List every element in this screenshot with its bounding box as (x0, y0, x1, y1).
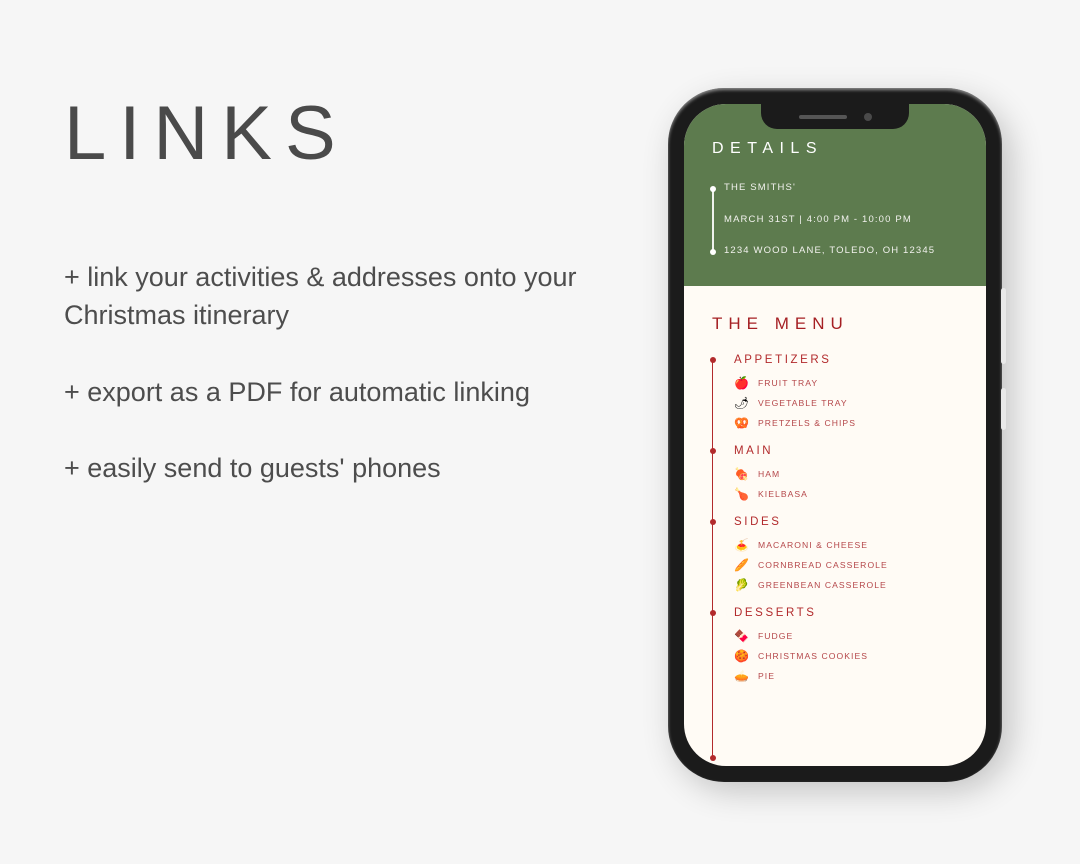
menu-section-appetizers: APPETIZERS 🍎 FRUIT TRAY 🌶 VEGETABLE TRAY… (684, 354, 986, 429)
list-item[interactable]: 🥨 PRETZELS & CHIPS (684, 417, 986, 429)
section-heading: DESSERTS (684, 607, 986, 619)
phone-notch (761, 104, 909, 129)
camera-icon (863, 112, 872, 121)
list-item[interactable]: 🍪 CHRISTMAS COOKIES (684, 650, 986, 662)
cookie-icon: 🍪 (734, 648, 749, 663)
menu-section: THE MENU APPETIZERS 🍎 FRUIT TRAY 🌶 VEGET… (684, 285, 986, 761)
greens-icon: 🥬 (734, 577, 749, 592)
list-item[interactable]: 🌶 VEGETABLE TRAY (684, 397, 986, 409)
copy-column: LINKS + link your activities & addresses… (64, 96, 624, 487)
list-item-label: PIE (758, 670, 776, 681)
section-heading: SIDES (684, 516, 986, 528)
details-timeline-line (710, 186, 715, 254)
list-item[interactable]: 🍎 FRUIT TRAY (684, 377, 986, 389)
phone-power-button[interactable] (1001, 388, 1006, 430)
list-item[interactable]: 🍗 KIELBASA (684, 488, 986, 500)
list-item: + export as a PDF for automatic linking (64, 376, 530, 407)
section-heading: MAIN (684, 445, 986, 457)
page-title: LINKS (64, 91, 349, 176)
pasta-icon: 🍝 (734, 537, 749, 552)
phone-volume-button[interactable] (1001, 288, 1006, 364)
details-heading: DETAILS (712, 140, 823, 157)
list-item[interactable]: 🍫 FUDGE (684, 630, 986, 642)
chocolate-icon: 🍫 (734, 628, 749, 643)
list-item-label: FRUIT TRAY (758, 377, 819, 388)
details-section: DETAILS THE SMITHS' MARCH 31ST | 4:00 PM… (684, 104, 986, 286)
list-item-label: MACARONI & CHEESE (758, 539, 869, 550)
menu-section-desserts: DESSERTS 🍫 FUDGE 🍪 CHRISTMAS COOKIES 🥧 P… (684, 607, 986, 682)
menu-body: APPETIZERS 🍎 FRUIT TRAY 🌶 VEGETABLE TRAY… (684, 354, 986, 761)
phone-screen: DETAILS THE SMITHS' MARCH 31ST | 4:00 PM… (684, 104, 986, 766)
list-item-label: KIELBASA (758, 488, 808, 499)
detail-address: 1234 WOOD LANE, TOLEDO, OH 12345 (724, 245, 936, 256)
list-item-label: FUDGE (758, 630, 794, 641)
menu-heading: THE MENU (712, 313, 849, 333)
poultry-icon: 🍗 (734, 486, 749, 501)
slide-canvas: LINKS + link your activities & addresses… (0, 0, 1080, 864)
pepper-icon: 🌶 (734, 395, 750, 410)
detail-datetime: MARCH 31ST | 4:00 PM - 10:00 PM (724, 213, 912, 225)
list-item-label: CORNBREAD CASSEROLE (758, 559, 888, 570)
detail-host: THE SMITHS' (724, 182, 796, 193)
list-item-label: GREENBEAN CASSEROLE (758, 579, 887, 590)
list-item[interactable]: 🍖 HAM (684, 468, 986, 480)
list-item: + link your activities & addresses onto … (64, 262, 577, 331)
section-heading: APPETIZERS (684, 354, 986, 366)
list-item[interactable]: 🥬 GREENBEAN CASSEROLE (684, 579, 986, 591)
menu-section-main: MAIN 🍖 HAM 🍗 KIELBASA (684, 445, 986, 500)
apple-icon: 🍎 (734, 375, 749, 390)
pretzel-icon: 🥨 (734, 415, 749, 430)
list-item-label: HAM (758, 468, 781, 479)
list-item-label: VEGETABLE TRAY (758, 397, 848, 408)
menu-section-sides: SIDES 🍝 MACARONI & CHEESE 🥖 CORNBREAD CA… (684, 516, 986, 591)
meat-icon: 🍖 (734, 466, 749, 481)
list-item[interactable]: 🥖 CORNBREAD CASSEROLE (684, 559, 986, 571)
phone-mockup: DETAILS THE SMITHS' MARCH 31ST | 4:00 PM… (668, 88, 1006, 782)
pie-icon: 🥧 (734, 668, 749, 683)
feature-bullet-list: + link your activities & addresses onto … (64, 258, 624, 487)
bread-icon: 🥖 (734, 557, 749, 572)
list-item: + easily send to guests' phones (64, 452, 441, 483)
speaker-icon (798, 114, 847, 119)
list-item[interactable]: 🥧 PIE (684, 670, 986, 682)
list-item-label: PRETZELS & CHIPS (758, 417, 856, 428)
list-item-label: CHRISTMAS COOKIES (758, 650, 869, 661)
details-body: THE SMITHS' MARCH 31ST | 4:00 PM - 10:00… (684, 183, 986, 256)
list-item[interactable]: 🍝 MACARONI & CHEESE (684, 539, 986, 551)
